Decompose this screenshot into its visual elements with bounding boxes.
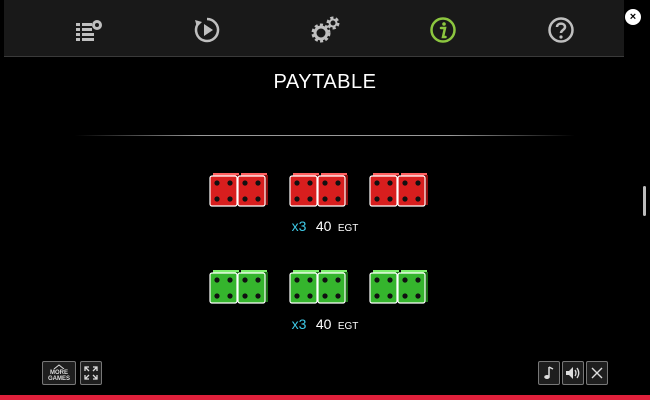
settings-gear-icon [311,16,340,43]
payout-currency: EGT [337,321,359,332]
divider [75,135,575,136]
paytable-list-icon [76,20,102,41]
tab-autoplay[interactable] [187,10,227,50]
tab-help[interactable] [541,10,581,50]
dice-row-red [0,173,650,213]
sound-button[interactable] [562,361,584,385]
payout-multiplier: x3 [291,316,307,332]
page-title: PAYTABLE [273,71,377,93]
autoplay-icon [194,17,220,43]
tab-paytable[interactable] [69,10,109,50]
close-icon [591,367,603,379]
bottom-accent-bar [0,395,650,400]
info-icon [430,17,456,43]
tab-info[interactable] [423,10,463,50]
payout-amount: 40 [315,218,332,234]
dice-pair [289,173,349,209]
exit-button[interactable] [586,361,608,385]
dice-pair [289,270,349,306]
speaker-icon [566,367,580,379]
payout-currency: EGT [337,223,359,234]
dice-pair [369,173,429,209]
help-icon [548,17,574,43]
more-games-label: GAMES [47,376,70,382]
payout-red: x3 40 EGT [0,218,650,236]
tab-settings[interactable] [305,10,345,50]
music-note-icon [544,366,554,379]
dice-pair [209,270,269,306]
dice-pair [369,270,429,306]
close-icon[interactable]: × [625,9,641,25]
dice-row-green [0,270,650,310]
payout-amount: 40 [315,316,332,332]
more-games-button[interactable]: MORE GAMES [42,361,76,385]
fullscreen-button[interactable] [80,361,102,385]
top-menu-bar [4,0,624,57]
music-button[interactable] [538,361,560,385]
payout-green: x3 40 EGT [0,316,650,334]
dice-pair [209,173,269,209]
house-icon [53,364,65,369]
fullscreen-icon [84,366,98,380]
payout-multiplier: x3 [291,218,307,234]
